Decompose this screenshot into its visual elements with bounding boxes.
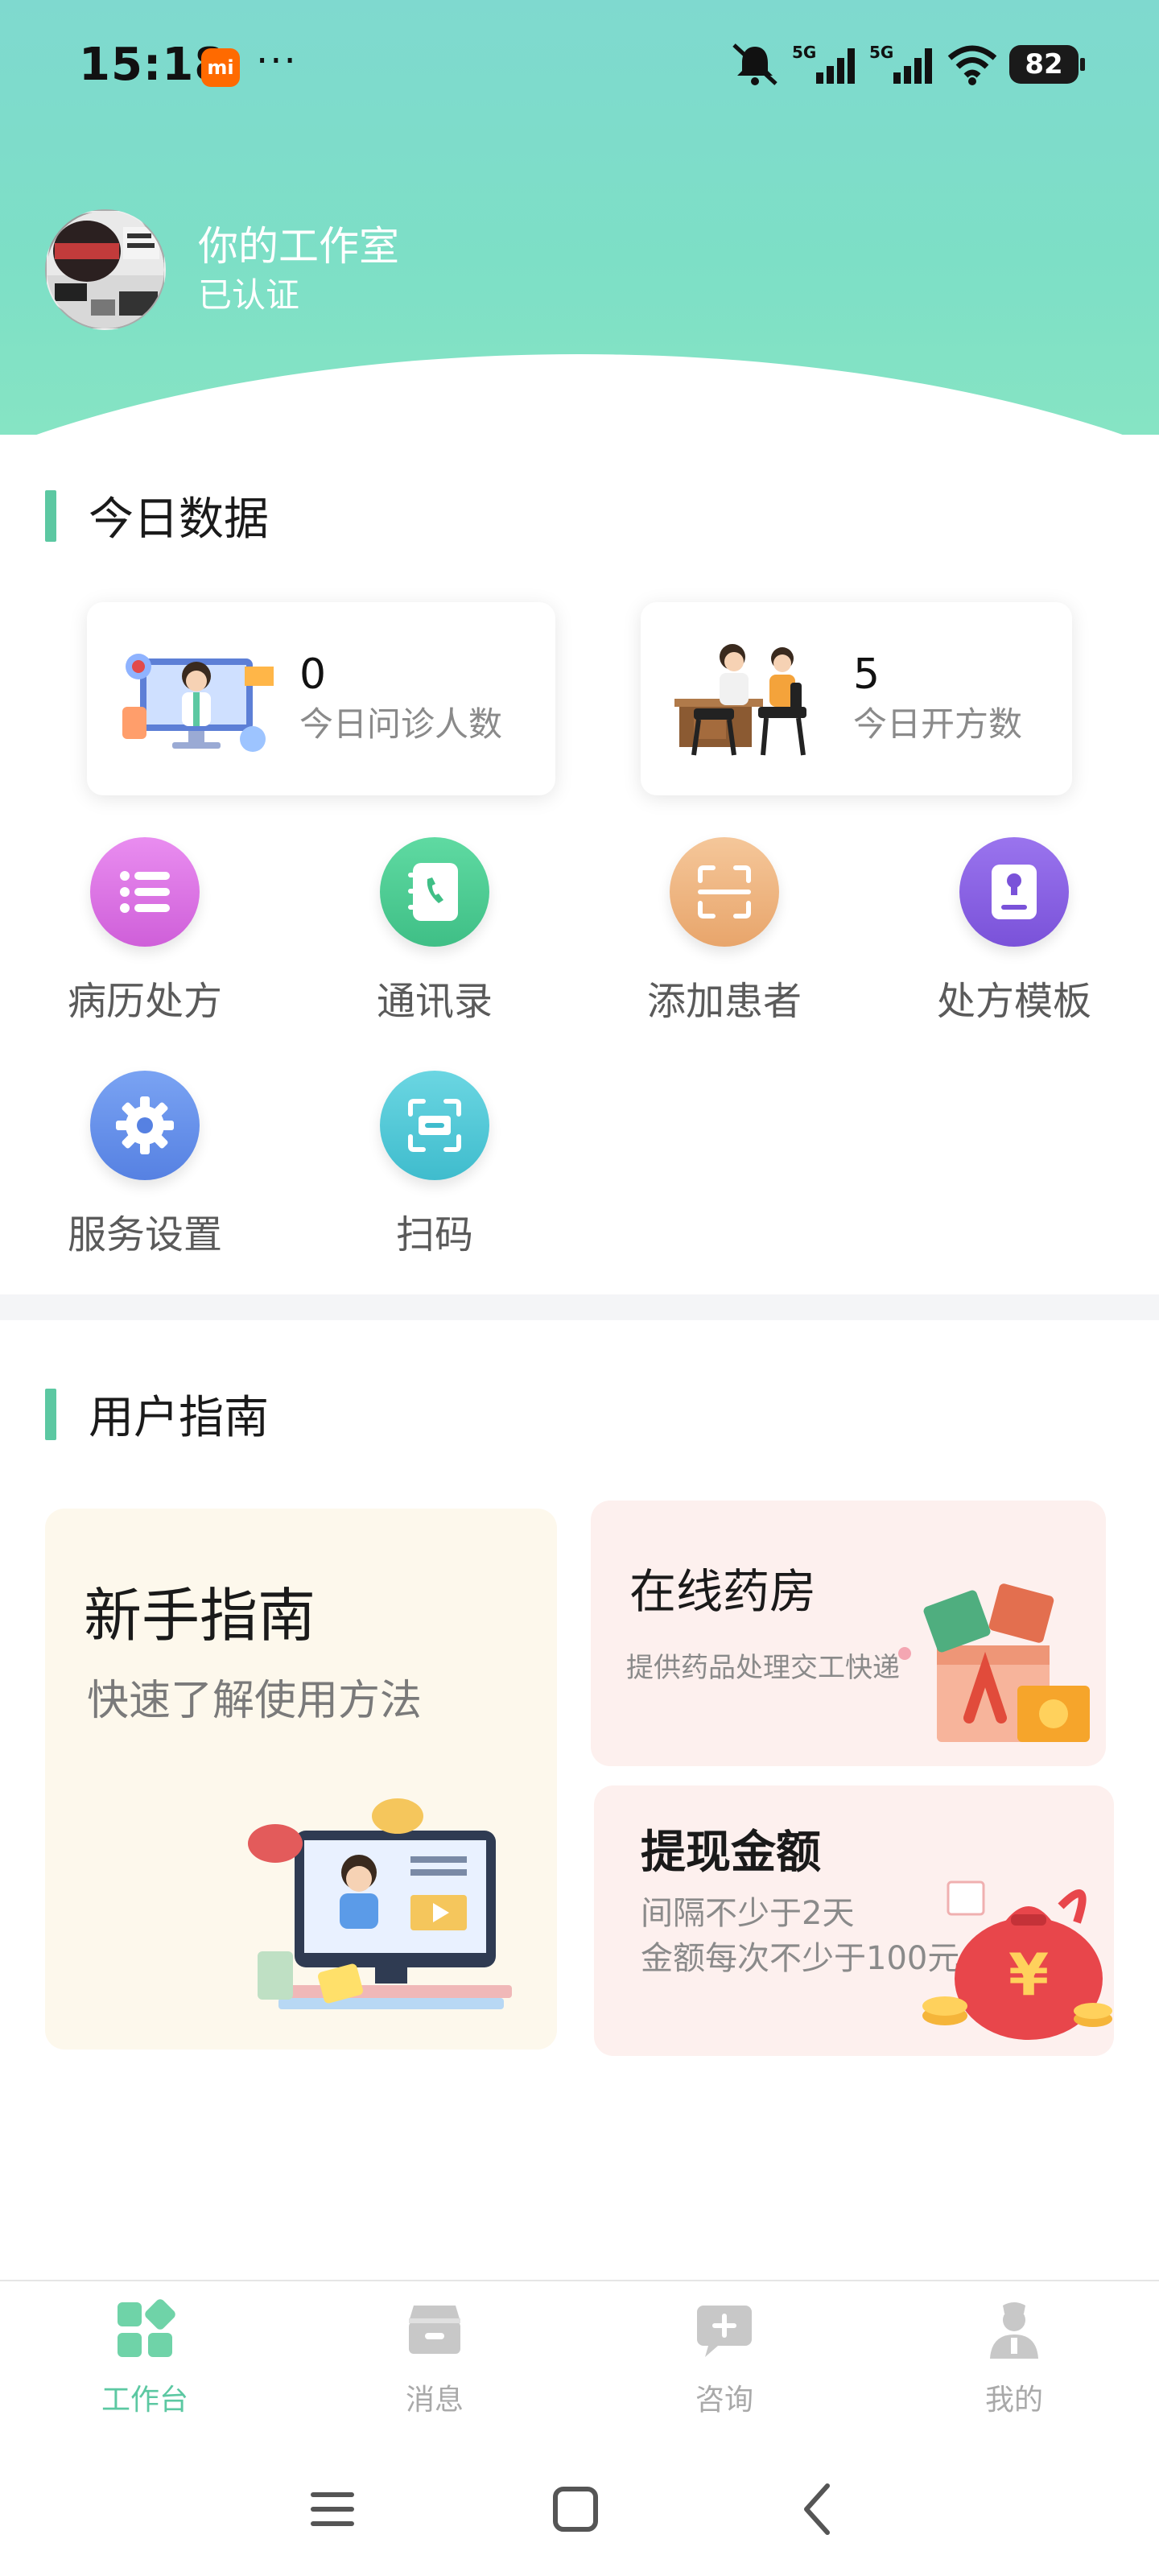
wifi-icon <box>947 45 997 85</box>
home-icon[interactable] <box>539 2473 612 2545</box>
gear-icon <box>90 1071 200 1180</box>
section-divider <box>0 1294 1159 1320</box>
action-label: 服务设置 <box>67 1212 222 1257</box>
user-guide-heading: 用户指南 <box>89 1392 269 1444</box>
newbie-guide-title: 新手指南 <box>84 1582 316 1649</box>
today-data-heading: 今日数据 <box>89 493 269 546</box>
mute-icon <box>732 43 777 85</box>
svg-text:¥: ¥ <box>1008 1941 1049 2008</box>
action-label: 扫码 <box>395 1212 473 1257</box>
withdraw-minimum-text: 金额每次不少于100元 <box>641 1940 960 1977</box>
scan-icon <box>380 1071 489 1180</box>
action-label: 处方模板 <box>936 979 1091 1024</box>
doctor-profile-icon <box>990 2302 1038 2359</box>
nav-tab-messages[interactable]: 消息 <box>338 2297 531 2418</box>
stat-card-prescriptions[interactable]: 5 今日开方数 <box>641 602 1072 795</box>
avatar[interactable] <box>45 209 166 330</box>
workbench-page: 15:18 mi ··· 5G 5G 82 你的工作室 已认证 今日数据 0 今… <box>0 0 1159 2576</box>
section-accent-bar <box>45 489 56 542</box>
message-icon <box>409 2306 460 2354</box>
status-icons: 5G 5G 82 <box>729 42 1085 87</box>
verification-status: 已认证 <box>198 275 300 315</box>
consult-icon <box>697 2306 752 2357</box>
phone-book-icon <box>380 837 489 947</box>
nav-tab-workbench[interactable]: 工作台 <box>48 2297 241 2418</box>
stat-card-consultations[interactable]: 0 今日问诊人数 <box>87 602 555 795</box>
consultations-label: 今日问诊人数 <box>299 704 503 744</box>
notebook-icon <box>959 837 1069 947</box>
action-prescription-template[interactable]: 处方模板 <box>893 837 1135 1026</box>
nav-label: 消息 <box>405 2384 464 2417</box>
nav-tab-consult[interactable]: 咨询 <box>628 2297 821 2418</box>
network-1-label: 5G <box>792 43 816 62</box>
online-learning-illustration-icon <box>248 1798 512 2009</box>
avatar-image-icon <box>47 211 164 328</box>
signal-5g-2-icon: 5G <box>869 43 932 84</box>
doctor-computer-illustration-icon <box>116 634 277 763</box>
workbench-icon <box>118 2299 175 2357</box>
withdraw-interval-text: 间隔不少于2天 <box>641 1895 855 1932</box>
action-scan[interactable]: 扫码 <box>314 1071 555 1259</box>
action-add-patient[interactable]: 添加患者 <box>604 837 845 1026</box>
action-service-settings[interactable]: 服务设置 <box>24 1071 266 1259</box>
withdraw-amount-card[interactable]: 提现金额 间隔不少于2天 金额每次不少于100元 ¥ <box>594 1785 1114 2056</box>
action-label: 添加患者 <box>646 979 802 1024</box>
more-notifications-icon: ··· <box>256 39 298 84</box>
user-guide-title: 用户指南 <box>45 1381 269 1447</box>
consultations-count: 0 <box>299 650 327 699</box>
scan-frame-icon <box>670 837 779 947</box>
network-2-label: 5G <box>869 43 893 62</box>
nav-tab-mine[interactable]: 我的 <box>918 2297 1111 2418</box>
bottom-navigation: 工作台 消息 咨询 我的 <box>0 2280 1159 2441</box>
withdraw-amount-title: 提现金额 <box>641 1827 821 1879</box>
online-pharmacy-title: 在线药房 <box>629 1564 817 1619</box>
newbie-guide-card[interactable]: 新手指南 快速了解使用方法 <box>45 1509 557 2050</box>
nav-label: 工作台 <box>101 2384 188 2417</box>
action-medical-records[interactable]: 病历处方 <box>24 837 266 1026</box>
today-data-title: 今日数据 <box>45 483 269 548</box>
list-icon <box>90 837 200 947</box>
action-contacts[interactable]: 通讯录 <box>314 837 555 1026</box>
back-icon[interactable] <box>782 2473 855 2545</box>
nav-label: 咨询 <box>695 2384 753 2417</box>
prescriptions-count: 5 <box>853 650 881 699</box>
prescriptions-label: 今日开方数 <box>853 704 1023 744</box>
online-pharmacy-card[interactable]: 在线药房 提供药品处理交工快递 <box>591 1501 1106 1766</box>
newbie-guide-subtitle: 快速了解使用方法 <box>87 1677 423 1725</box>
studio-name: 你的工作室 <box>198 223 399 270</box>
system-navigation-bar <box>0 2441 1159 2576</box>
profile-section[interactable]: 你的工作室 已认证 <box>45 209 399 330</box>
nav-label: 我的 <box>984 2384 1043 2417</box>
mi-app-badge-icon: mi <box>201 48 240 87</box>
action-label: 病历处方 <box>67 979 222 1024</box>
doctor-patient-illustration-icon <box>670 634 831 763</box>
menu-icon[interactable] <box>296 2473 369 2545</box>
signal-5g-icon: 5G <box>792 43 855 84</box>
section-accent-bar <box>45 1388 56 1440</box>
status-bar: 15:18 mi ··· 5G 5G 82 <box>0 0 1159 137</box>
online-pharmacy-subtitle: 提供药品处理交工快递 <box>626 1652 900 1684</box>
money-bag-illustration-icon: ¥ <box>922 1880 1112 2040</box>
battery-icon: 82 <box>1009 45 1085 84</box>
action-label: 通讯录 <box>376 979 493 1024</box>
gift-box-illustration-icon <box>898 1583 1090 1742</box>
